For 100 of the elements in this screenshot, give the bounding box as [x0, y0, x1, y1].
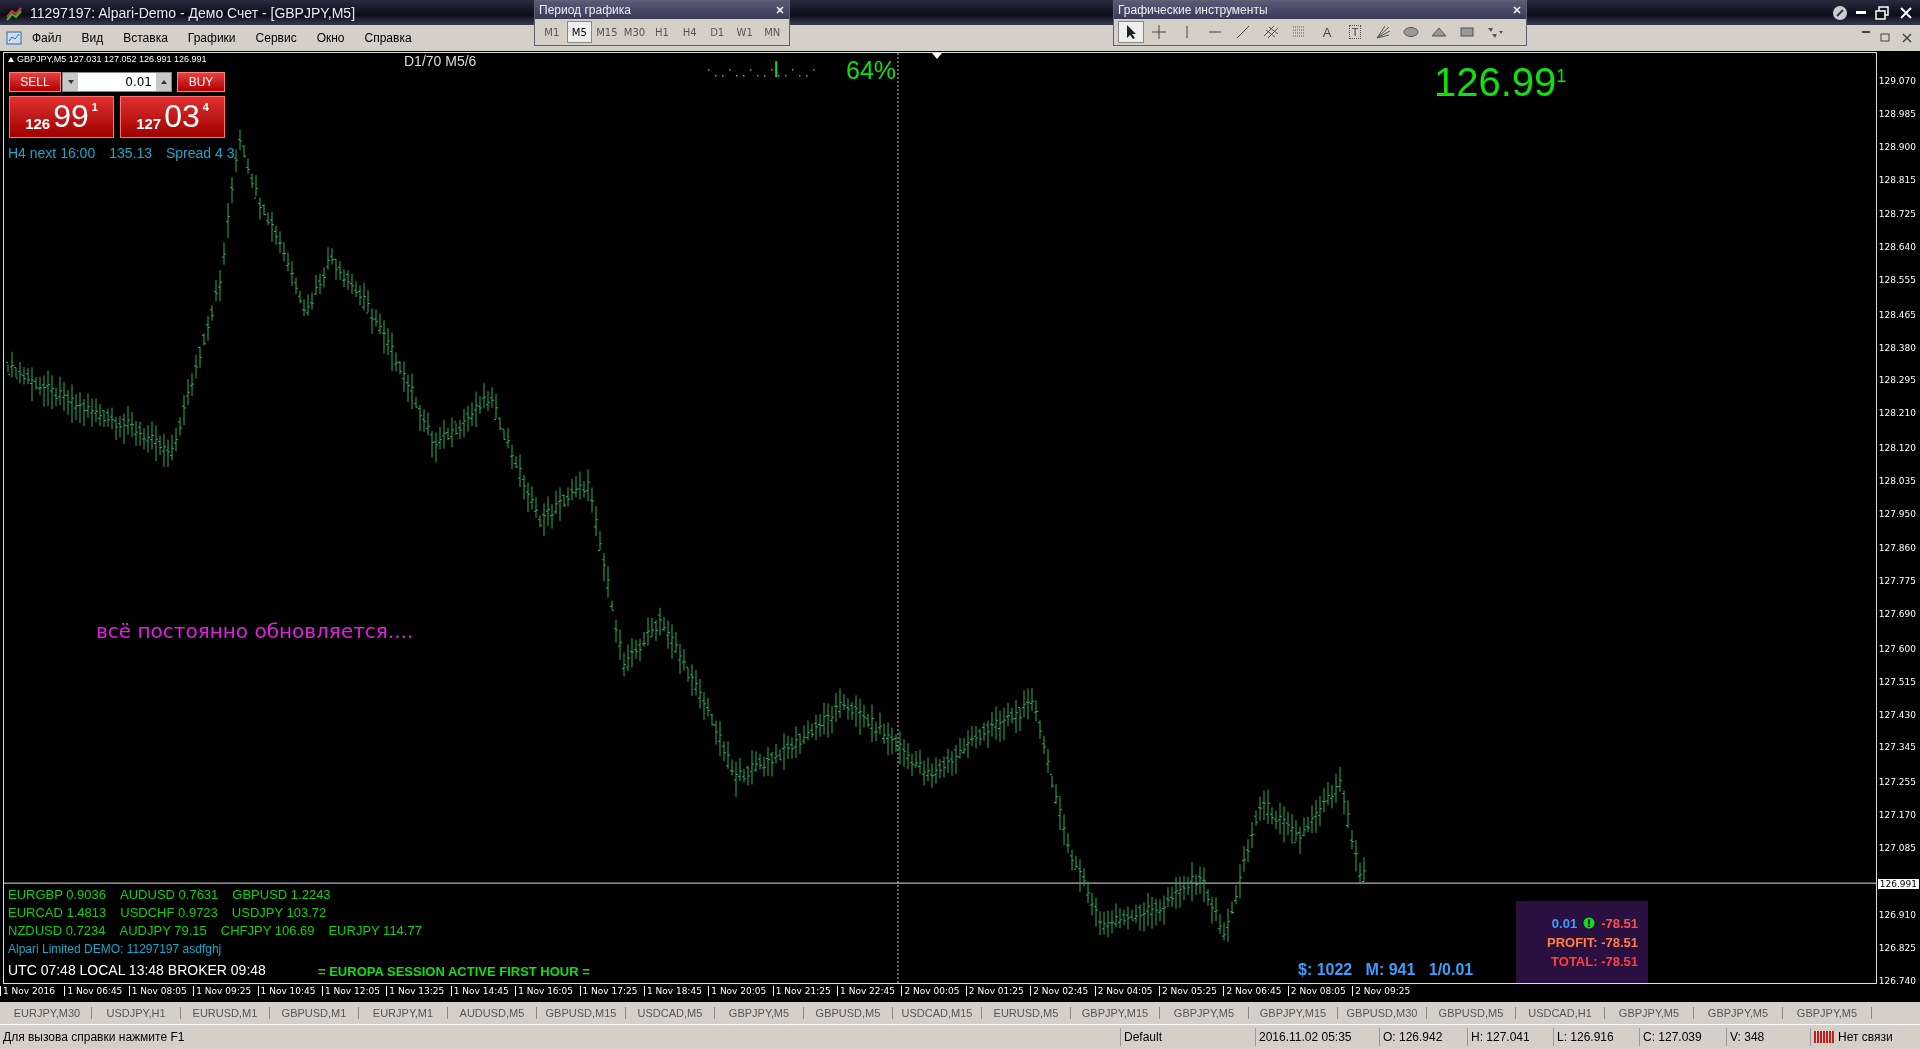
chart-tab[interactable]: EURUSD,M5	[982, 1007, 1071, 1019]
quote-text: AUDJPY 79.15	[119, 923, 207, 938]
bar-datetime: 2016.11.02 05:35	[1255, 1028, 1379, 1046]
buy-button[interactable]: BUY	[177, 72, 225, 92]
help-text: Для вызова справки нажмите F1	[2, 1029, 186, 1046]
time-label: 2 Nov 06:45	[1223, 986, 1288, 996]
close-icon	[1512, 5, 1522, 15]
time-label: 1 Nov 13:25	[386, 986, 451, 996]
chart-tab[interactable]: AUDUSD,M5	[448, 1007, 537, 1019]
chart-window-icon	[6, 30, 22, 46]
bid-price-button[interactable]: 126 99$^{1}$	[9, 96, 114, 138]
menu-item[interactable]: Сервис	[245, 29, 307, 47]
quote-text: EURGBP 0.9036	[8, 887, 107, 902]
price-label: 127.775	[1878, 576, 1916, 587]
price-label: 128.380	[1878, 342, 1916, 353]
period-button[interactable]: M15	[594, 21, 620, 43]
collapse-icon[interactable]	[8, 56, 14, 62]
chart-tab[interactable]: EURJPY,M30	[3, 1007, 92, 1019]
symbol-info: GBPJPY,M5 127.031 127.052 126.991 126.991	[17, 54, 207, 64]
minimize-icon	[1862, 31, 1870, 33]
time-label: 2 Nov 09:25	[1352, 986, 1417, 996]
chart-tab[interactable]: EURJPY,M1	[359, 1007, 448, 1019]
chart-tab[interactable]: GBPUSD,M5	[804, 1007, 893, 1019]
price-label: 127.255	[1878, 777, 1916, 788]
time-label: 1 Nov 08:05	[128, 986, 194, 996]
open-price: O: 126.942	[1379, 1028, 1467, 1046]
time-label: 1 Nov 18:45	[643, 986, 709, 996]
chart-tab[interactable]: EURUSD,M1	[181, 1007, 270, 1019]
time-label: 2 Nov 00:05	[901, 986, 966, 996]
chart-tab[interactable]: GBPUSD,M5	[1427, 1007, 1516, 1019]
close-icon	[1898, 4, 1914, 21]
lot-spinner[interactable]: 0.01	[62, 72, 172, 92]
menu-item[interactable]: Вставка	[113, 29, 178, 47]
price-label: 127.170	[1878, 809, 1916, 820]
price-label: 127.950	[1878, 508, 1916, 519]
price-label: 127.860	[1878, 543, 1916, 554]
period-button[interactable]: H4	[676, 21, 703, 43]
connection-status: Нет связи	[1838, 1030, 1893, 1044]
chart-tab[interactable]: GBPJPY,M5	[715, 1007, 804, 1019]
price-label: 128.900	[1878, 141, 1916, 152]
quote-text: NZDUSD 0.7234	[8, 923, 106, 938]
chart-tab[interactable]: GBPJPY,M5	[1605, 1007, 1694, 1019]
quote-text: USDCHF 0.9723	[120, 905, 218, 920]
chart-tab[interactable]: GBPUSD,M1	[270, 1007, 359, 1019]
profit-value: -78.51	[1601, 915, 1638, 931]
time-label: 1 Nov 17:25	[579, 986, 644, 996]
menu-item[interactable]: Справка	[354, 29, 422, 47]
time-label: 1 Nov 16:05	[515, 986, 580, 996]
chart-tab[interactable]: GBPJPY,M15	[1071, 1007, 1160, 1019]
quote-text: USDJPY 103.72	[231, 905, 327, 920]
time-label: 2 Nov 02:45	[1030, 986, 1095, 996]
period-button[interactable]: M30	[621, 21, 648, 43]
time-label: 1 Nov 06:45	[64, 986, 129, 996]
period-button[interactable]: W1	[731, 21, 758, 43]
minimize-icon	[1856, 11, 1866, 14]
sell-button[interactable]: SELL	[9, 72, 61, 92]
text-tool[interactable]: A	[1314, 21, 1340, 43]
period-button[interactable]: MN	[759, 21, 786, 43]
ask-price-button[interactable]: 127 03$^{4}$	[120, 96, 225, 138]
price-label: 128.815	[1878, 174, 1916, 185]
close-icon	[775, 5, 785, 15]
menu-item[interactable]: Графики	[177, 29, 246, 47]
restore-icon	[1874, 4, 1890, 21]
quote-text: CHFJPY 106.69	[220, 923, 315, 938]
session-text: = EUROPA SESSION ACTIVE FIRST HOUR =	[318, 964, 590, 979]
total-text: TOTAL: -78.51	[1551, 953, 1638, 969]
connection-bars-icon	[1814, 1029, 1834, 1045]
chart-tab[interactable]: USDCAD,M15	[893, 1007, 982, 1019]
chart-tab[interactable]: GBPJPY,M15	[1249, 1007, 1338, 1019]
time-label: 2 Nov 08:05	[1287, 986, 1353, 996]
quote-text: EURCAD 1.4813	[8, 905, 107, 920]
period-button[interactable]: M1	[539, 21, 565, 43]
period-button[interactable]: D1	[704, 21, 730, 43]
lot-size: 0.01	[1551, 915, 1578, 931]
time-label: 1 Nov 2016	[0, 986, 65, 996]
time-label: 1 Nov 10:45	[257, 986, 322, 996]
price-label: 128.555	[1878, 274, 1916, 285]
price-label: 126.825	[1878, 943, 1916, 954]
chart-tab[interactable]: GBPJPY,M5	[1783, 1007, 1872, 1019]
chart-tab[interactable]: GBPJPY,M5	[1694, 1007, 1783, 1019]
period-button[interactable]: M5	[566, 21, 593, 43]
chart-tab[interactable]: GBPJPY,M5	[1160, 1007, 1249, 1019]
time-label: 1 Nov 22:45	[837, 986, 902, 996]
menu-item[interactable]: Файл	[22, 29, 72, 47]
toolbar-title: Графические инструменты	[1118, 3, 1268, 17]
price-label: 127.345	[1878, 742, 1916, 753]
help-icon	[1832, 4, 1848, 21]
label-tool[interactable]: T	[1342, 21, 1368, 43]
time-label: 1 Nov 09:25	[193, 986, 258, 996]
time-label: 1 Nov 14:45	[450, 986, 516, 996]
menu-item[interactable]: Вид	[71, 29, 114, 47]
cursor-icon[interactable]	[1118, 21, 1144, 43]
chart-tab[interactable]: GBPUSD,M30	[1338, 1007, 1427, 1019]
chart-tab[interactable]: USDCAD,M5	[626, 1007, 715, 1019]
menu-item[interactable]: Окно	[306, 29, 355, 47]
chart-tab[interactable]: GBPUSD,M15	[537, 1007, 626, 1019]
period-button[interactable]: H1	[649, 21, 675, 43]
price-label: 128.725	[1878, 209, 1916, 220]
chart-tab[interactable]: USDJPY,H1	[92, 1007, 181, 1019]
chart-tab[interactable]: USDCAD,H1	[1516, 1007, 1605, 1019]
